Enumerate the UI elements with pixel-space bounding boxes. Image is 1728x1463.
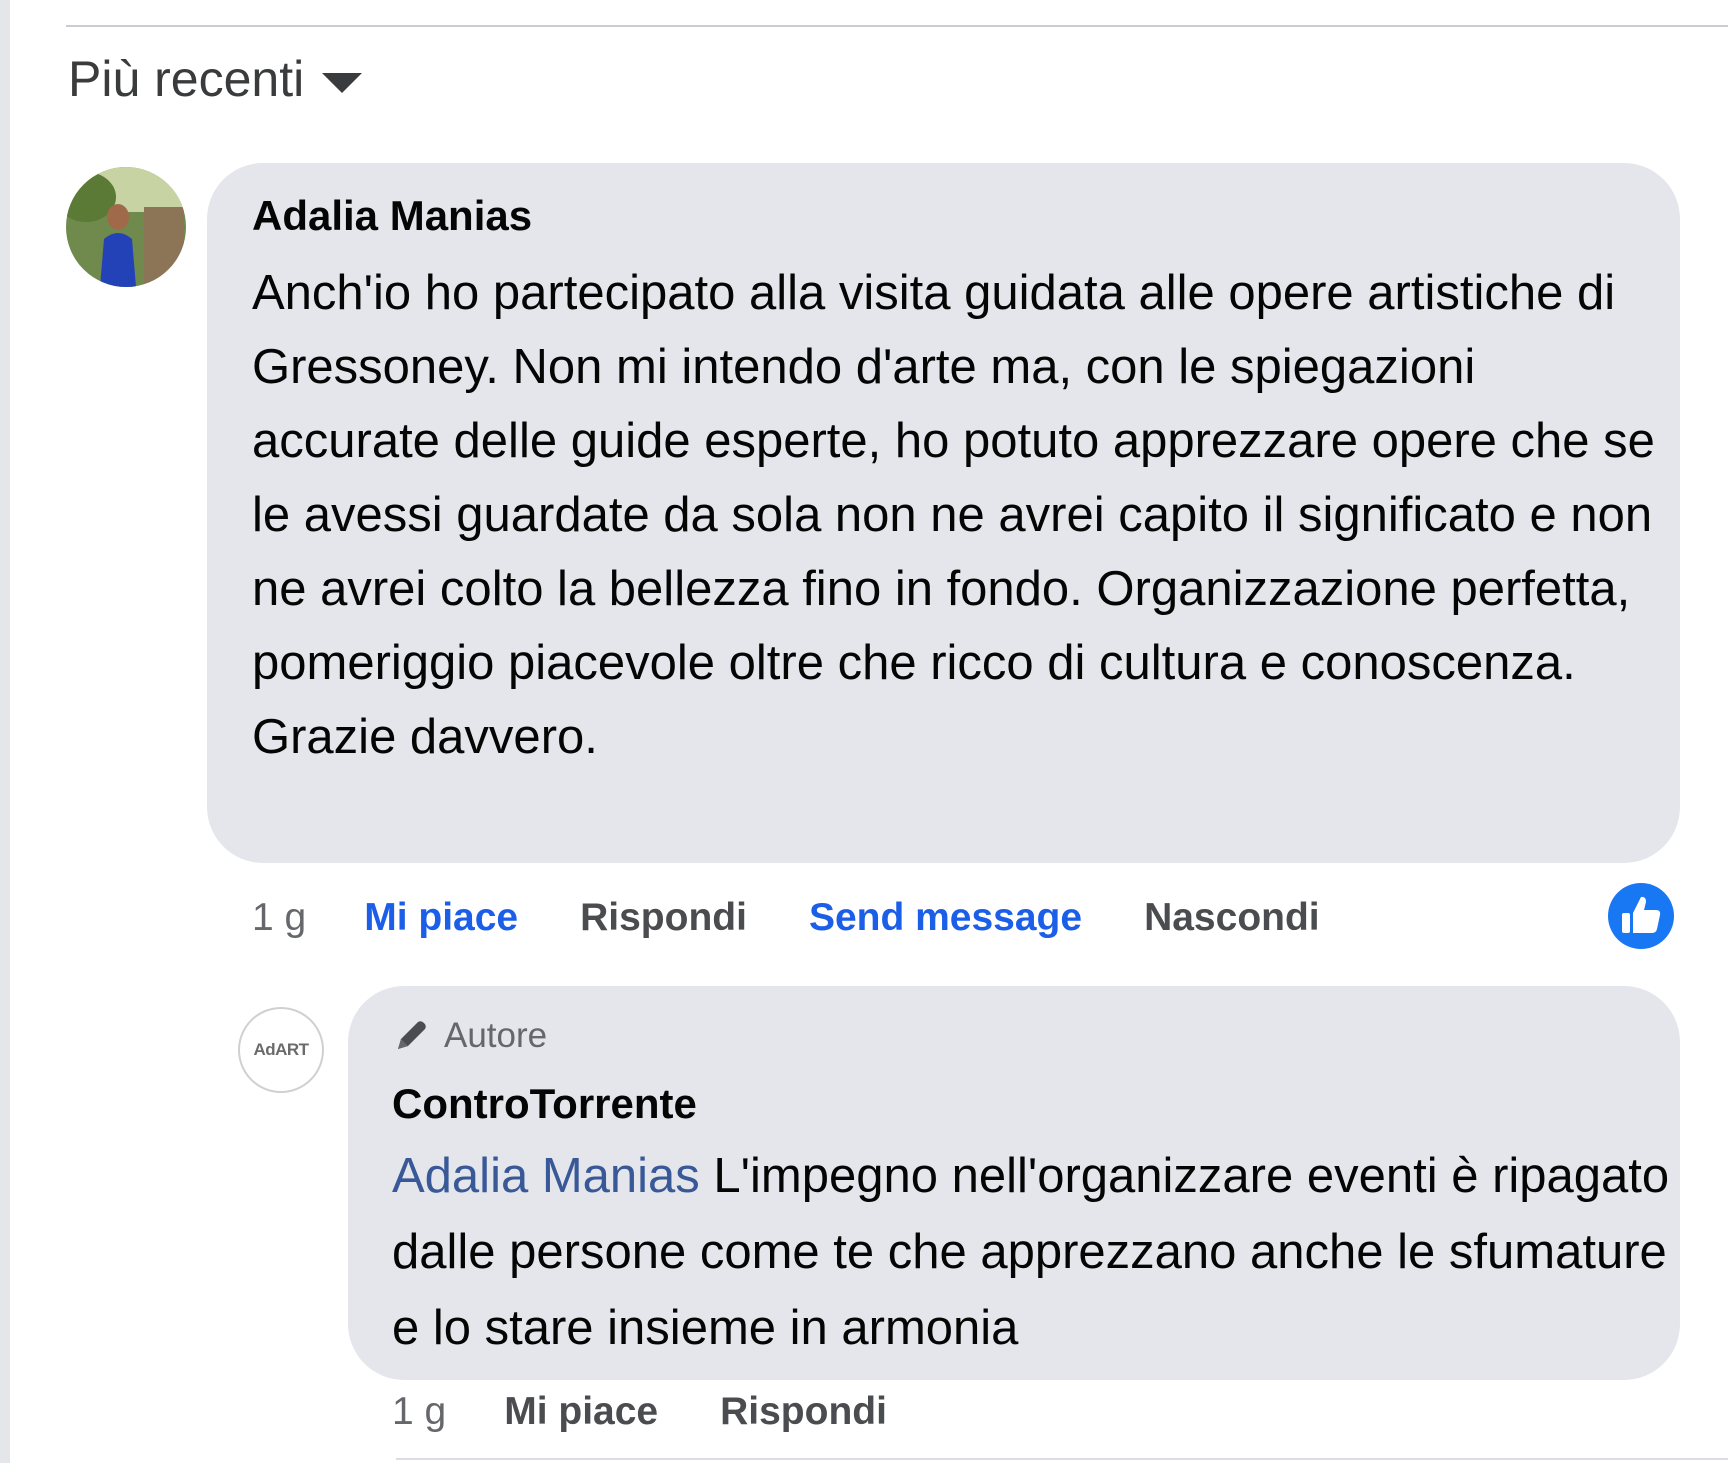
author-badge-label: Autore — [444, 1016, 548, 1055]
sort-label: Più recenti — [68, 51, 305, 107]
page-avatar[interactable]: AdART — [238, 1007, 324, 1093]
pencil-icon — [398, 1021, 426, 1049]
avatar[interactable] — [66, 167, 186, 287]
hide-button[interactable]: Nascondi — [1144, 896, 1320, 940]
author-badge: Autore — [392, 1016, 547, 1056]
comment-text: Anch'io ho partecipato alla visita guida… — [252, 266, 1655, 764]
page-avatar-logo: AdART — [253, 1040, 309, 1059]
reply-actions: 1 g Mi piace Rispondi — [392, 1390, 949, 1434]
mention-link[interactable]: Adalia Manias — [392, 1149, 700, 1203]
reply-reply-button[interactable]: Rispondi — [720, 1390, 887, 1434]
like-button[interactable]: Mi piace — [364, 896, 518, 940]
left-border — [0, 0, 10, 1463]
comment-actions: 1 g Mi piace Rispondi Send message Nasco… — [252, 896, 1382, 940]
send-message-button[interactable]: Send message — [809, 896, 1082, 940]
reply-text: Adalia Manias L'impegno nell'organizzare… — [392, 1138, 1672, 1366]
reply-author[interactable]: ControTorrente — [392, 1080, 697, 1128]
reply-timestamp[interactable]: 1 g — [392, 1390, 446, 1434]
like-icon[interactable] — [1608, 883, 1674, 949]
reply-button[interactable]: Rispondi — [580, 896, 747, 940]
comment-author[interactable]: Adalia Manias — [252, 192, 532, 240]
caret-down-icon — [322, 73, 363, 93]
bottom-divider — [396, 1458, 1728, 1460]
top-divider — [66, 25, 1728, 27]
comment-timestamp[interactable]: 1 g — [252, 896, 306, 940]
sort-dropdown[interactable]: Più recenti — [68, 50, 363, 108]
reply-like-button[interactable]: Mi piace — [504, 1390, 658, 1434]
